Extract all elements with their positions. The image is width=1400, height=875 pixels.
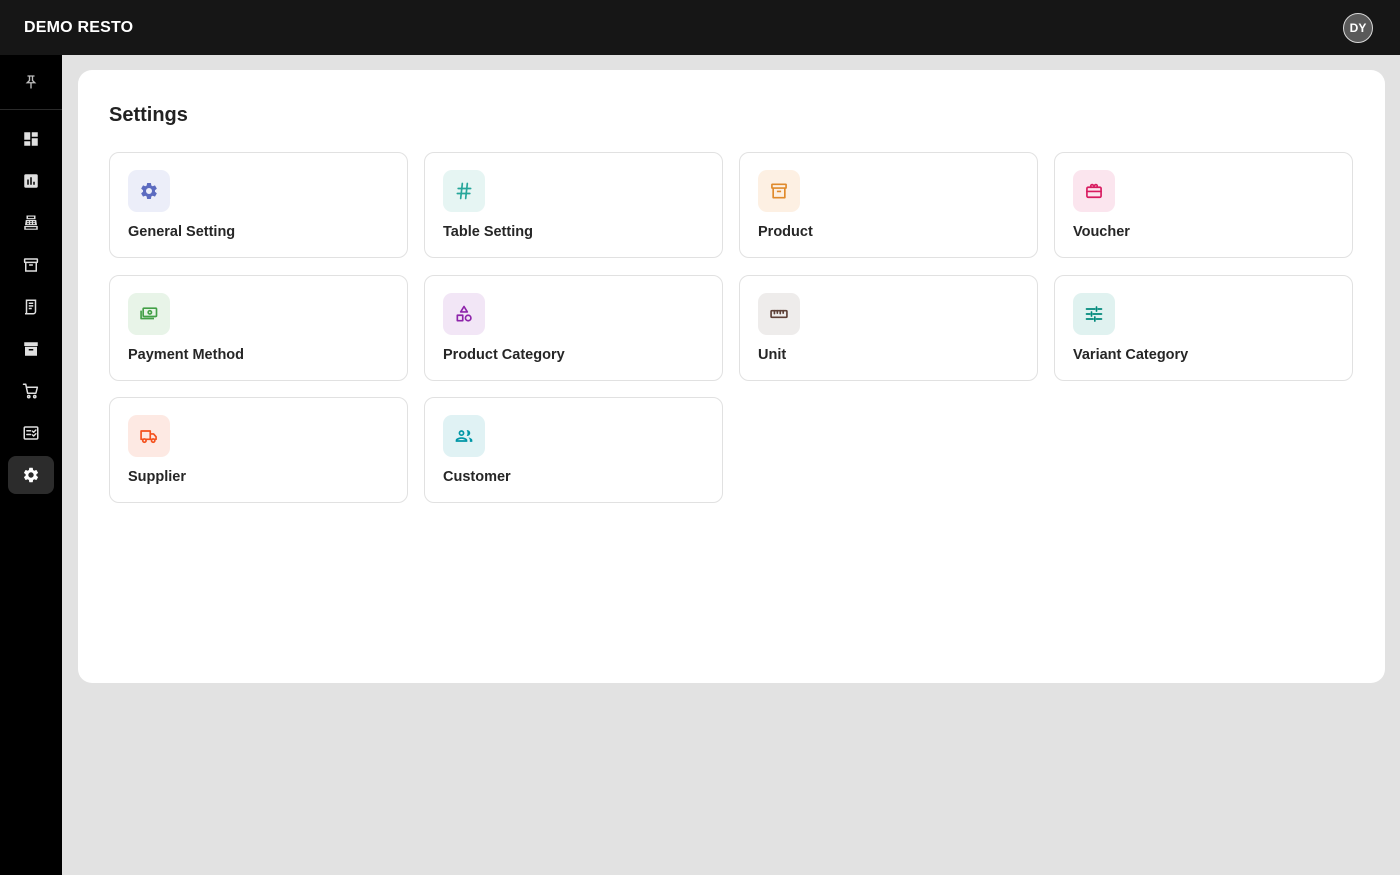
pin-icon <box>25 75 37 89</box>
ticket-icon <box>1086 183 1102 199</box>
card-icon-tile <box>758 292 800 335</box>
checklist-icon <box>23 426 39 440</box>
inventory-box-icon <box>24 342 38 356</box>
card-label: Product <box>758 224 813 240</box>
card-label: Customer <box>443 469 511 485</box>
card-label: Table Setting <box>443 224 533 240</box>
cash-register-icon <box>24 215 38 230</box>
card-icon-tile <box>1073 170 1115 212</box>
settings-card-variant-category[interactable]: Variant Category <box>1054 274 1353 381</box>
settings-card-customer[interactable]: Customer <box>424 397 723 503</box>
settings-card-voucher[interactable]: Voucher <box>1054 152 1353 258</box>
card-icon-tile <box>443 292 485 335</box>
sidebar-item-reports[interactable] <box>8 162 54 200</box>
settings-card-payment-method[interactable]: Payment Method <box>109 274 408 381</box>
archive-box-icon <box>23 258 39 272</box>
users-icon <box>455 430 473 442</box>
sidebar-item-purchases[interactable] <box>8 372 54 410</box>
app-title: DEMO RESTO <box>24 18 134 36</box>
top-bar: DEMO RESTO DY <box>0 0 1400 55</box>
card-icon-tile <box>128 292 170 335</box>
cart-icon <box>22 383 39 399</box>
sidebar-item-receipts[interactable] <box>8 288 54 326</box>
card-label: Unit <box>758 346 787 363</box>
truck-icon <box>140 430 157 444</box>
sidebar-item-inventory[interactable] <box>8 330 54 368</box>
settings-panel: Settings General Setting Table Setting P… <box>78 70 1385 683</box>
gear-icon <box>23 467 39 483</box>
receipt-icon <box>25 299 37 315</box>
sidebar-pin-button[interactable] <box>0 55 62 110</box>
card-label: Payment Method <box>128 346 245 363</box>
user-avatar[interactable]: DY <box>1343 12 1373 43</box>
sidebar-item-dashboard[interactable] <box>8 120 54 158</box>
page-title: Settings <box>109 104 188 126</box>
card-label: Variant Category <box>1073 346 1189 363</box>
shapes-icon <box>456 305 472 322</box>
ruler-icon <box>770 309 788 318</box>
card-label: Product Category <box>443 346 565 363</box>
settings-card-unit[interactable]: Unit <box>739 274 1038 381</box>
archive-icon <box>771 183 787 199</box>
report-chart-icon <box>24 174 38 188</box>
card-icon-tile <box>758 170 800 212</box>
card-icon-tile <box>128 170 170 212</box>
card-icon-tile <box>1073 292 1115 335</box>
settings-card-product-category[interactable]: Product Category <box>424 274 723 381</box>
card-icon-tile <box>443 415 485 457</box>
card-label: General Setting <box>128 224 236 240</box>
settings-card-table-setting[interactable]: Table Setting <box>424 152 723 258</box>
gear-icon <box>141 182 157 199</box>
sidebar-item-settings[interactable] <box>8 456 54 494</box>
settings-card-supplier[interactable]: Supplier <box>109 397 408 503</box>
sidebar <box>0 55 62 875</box>
hash-icon <box>456 182 472 200</box>
sidebar-item-tasks[interactable] <box>8 414 54 452</box>
sliders-icon <box>1085 305 1103 322</box>
settings-grid: General Setting Table Setting Product Vo… <box>109 152 1353 503</box>
dashboard-icon <box>24 132 38 146</box>
card-label: Voucher <box>1073 224 1130 240</box>
sidebar-item-products[interactable] <box>8 246 54 284</box>
settings-card-general-setting[interactable]: General Setting <box>109 152 408 258</box>
settings-card-product[interactable]: Product <box>739 152 1038 258</box>
sidebar-item-pos[interactable] <box>8 204 54 242</box>
card-label: Supplier <box>128 469 187 485</box>
card-icon-tile <box>443 170 485 212</box>
card-icon-tile <box>128 415 170 457</box>
sidebar-nav <box>0 110 62 494</box>
cash-icon <box>140 306 158 319</box>
